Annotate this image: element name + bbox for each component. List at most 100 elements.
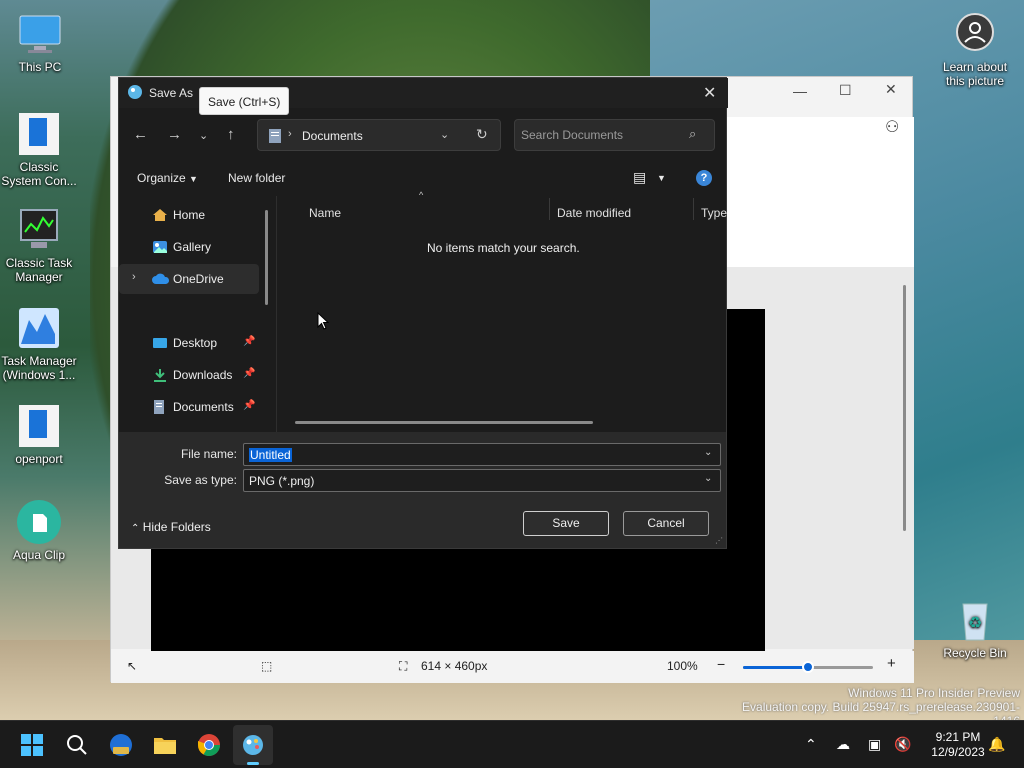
view-options-icon[interactable]: ▤ [633,169,646,186]
desktop-icon-label: Classic System Con... [1,160,77,188]
close-icon[interactable]: ✕ [885,81,897,98]
nav-item-onedrive[interactable]: › OneDrive [119,264,259,294]
refresh-icon[interactable]: ↻ [476,126,488,143]
desktop-icon-recycle-bin[interactable]: ♻ Recycle Bin [935,596,1015,660]
maximize-icon[interactable]: ☐ [839,82,852,99]
desktop-icon-aqua-clip[interactable]: Aqua Clip [0,498,79,562]
svg-text:♻: ♻ [968,615,982,632]
nav-item-label: Desktop [173,336,218,350]
save-button[interactable]: Save [523,511,609,536]
pin-icon[interactable]: 📌 [243,368,255,379]
paint-app-icon [127,84,143,103]
zoom-in-button[interactable]: + [887,655,896,672]
address-bar[interactable]: › Documents ⌄ ↻ [257,119,501,151]
desktop-icon-classic-system-control[interactable]: Classic System Con... [0,110,79,188]
desktop-icon-this-pc[interactable]: This PC [0,10,80,74]
column-header-name[interactable]: Name [309,206,341,220]
download-icon [152,368,168,382]
paint-vertical-scrollbar[interactable] [903,285,906,531]
save-as-type-select[interactable]: PNG (*.png) ⌄ [243,469,721,492]
nav-item-home[interactable]: Home [119,200,259,230]
edge-preview-icon[interactable] [109,733,133,757]
network-icon[interactable]: ▣ [868,736,881,753]
up-arrow-icon[interactable]: ↑ [227,126,235,143]
start-windows-icon[interactable] [20,733,44,757]
documents-folder-icon [268,128,282,147]
save-options-panel: File name: Untitled ⌄ Save as type: PNG … [119,432,726,548]
file-name-label: File name: [180,447,237,461]
save-as-type-value: PNG (*.png) [249,474,315,488]
resize-grip-icon[interactable]: ⋰ [715,536,723,545]
view-dropdown-icon[interactable]: ▼ [657,173,666,183]
chevron-down-icon[interactable]: ⌄ [704,473,712,484]
column-header-date-modified[interactable]: Date modified [557,206,631,220]
pin-icon[interactable]: 📌 [243,336,255,347]
desktop-icon-label: Aqua Clip [12,548,66,562]
column-header-type[interactable]: Type [701,206,727,220]
system-clock[interactable]: 9:21 PM 12/9/2023 [922,730,994,760]
paint-taskbar-button[interactable] [233,725,273,765]
nav-pane-scrollbar[interactable] [265,210,268,305]
organize-button[interactable]: Organize ▼ [137,171,198,185]
recent-locations-chevron-icon[interactable]: ⌄ [199,129,208,142]
column-divider[interactable] [549,198,550,220]
desktop-icon-label: Learn about this picture [942,60,1008,88]
onedrive-tray-icon[interactable]: ☁ [836,736,850,753]
gallery-icon [152,240,168,254]
file-list-horizontal-scrollbar[interactable] [295,421,593,424]
cancel-button[interactable]: Cancel [623,511,709,536]
task-manager-icon [15,206,63,254]
show-hidden-icons-chevron-icon[interactable]: ⌃ [805,736,817,753]
volume-muted-icon[interactable]: 🔇 [894,736,911,753]
help-icon[interactable]: ? [696,170,712,186]
pin-icon[interactable]: 📌 [243,400,255,411]
breadcrumb-current[interactable]: Documents [302,129,363,143]
canvas-size-text: 614 × 460px [421,659,488,673]
zoom-slider[interactable] [743,661,873,673]
copilot-icon[interactable]: ⚇ [885,117,899,137]
camera-info-icon [951,10,999,58]
expand-chevron-icon[interactable]: › [132,271,136,283]
file-name-field[interactable]: Untitled ⌄ [243,443,721,466]
nav-item-desktop[interactable]: Desktop 📌 [119,328,259,358]
minimize-icon[interactable]: — [793,83,807,99]
search-input[interactable] [521,126,681,144]
zoom-slider-thumb[interactable] [802,661,814,673]
desktop-icon-openport[interactable]: openport [0,402,79,466]
aqua-clip-icon [15,498,63,546]
chrome-icon[interactable] [197,733,221,757]
file-explorer-icon[interactable] [153,733,177,757]
cloud-icon [152,272,170,286]
back-arrow-icon[interactable]: ← [133,126,148,143]
column-divider[interactable] [693,198,694,220]
chevron-down-icon[interactable]: ⌄ [704,447,712,458]
desktop-icon-classic-task-manager[interactable]: Classic Task Manager [0,206,79,284]
nav-item-downloads[interactable]: Downloads 📌 [119,360,259,390]
close-icon[interactable]: ✕ [703,83,716,103]
search-icon[interactable] [65,733,89,757]
nav-item-gallery[interactable]: Gallery [119,232,259,262]
search-box[interactable]: ⌕ [514,119,715,151]
address-dropdown-icon[interactable]: ⌄ [440,128,449,141]
search-icon[interactable]: ⌕ [689,126,696,142]
new-folder-button[interactable]: New folder [228,171,285,185]
save-tooltip: Save (Ctrl+S) [199,87,290,115]
notification-bell-icon[interactable]: 🔔 [988,736,1005,753]
file-name-value[interactable]: Untitled [249,448,292,462]
zoom-out-button[interactable]: − [717,656,725,672]
desktop-icon-label: Task Manager (Windows 1... [1,354,77,382]
hide-folders-label: Hide Folders [142,520,211,534]
zoom-slider-fill [743,666,808,669]
desktop-icon-task-manager[interactable]: Task Manager (Windows 1... [0,304,79,382]
forward-arrow-icon[interactable]: → [167,126,182,143]
paint-app-icon [241,733,265,760]
save-as-dialog: Save As ✕ ← → ⌄ ↑ › Documents ⌄ ↻ ⌕ Orga… [118,77,728,549]
desktop-icon-learn-about-picture[interactable]: Learn about this picture [935,10,1015,88]
watermark-line: Windows 11 Pro Insider Preview [848,686,1020,700]
organize-label: Organize [137,171,186,185]
nav-item-documents[interactable]: Documents 📌 [119,392,259,422]
taskbar: ⌃ ☁ ▣ 🔇 9:21 PM 12/9/2023 🔔 [0,720,1024,768]
home-icon [152,208,168,222]
sort-ascending-icon: ^ [419,190,424,200]
hide-folders-button[interactable]: ⌃ Hide Folders [131,520,211,534]
